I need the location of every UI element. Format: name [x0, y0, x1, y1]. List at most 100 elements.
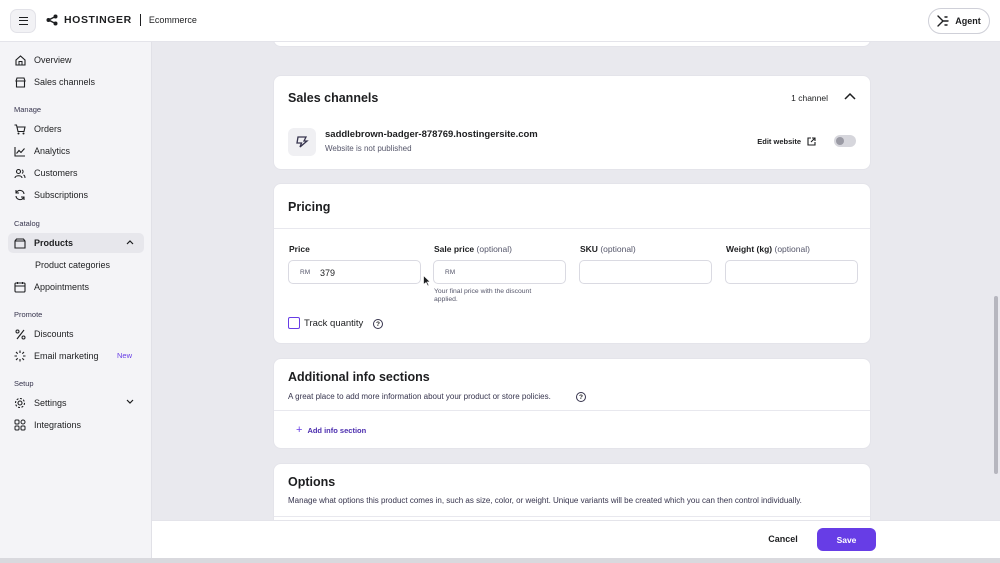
- publish-toggle[interactable]: [834, 135, 856, 147]
- price-label: Price: [289, 244, 310, 254]
- plus-icon: +: [296, 424, 303, 436]
- channel-count: 1 channel: [791, 93, 828, 103]
- cart-icon: [14, 123, 26, 135]
- grid-icon: [14, 419, 26, 431]
- additional-info-divider: [274, 410, 870, 411]
- sidebar-item-label: Overview: [34, 55, 72, 65]
- sidebar-item-label: Appointments: [34, 282, 90, 292]
- sku-input[interactable]: [579, 260, 712, 284]
- sku-label: SKU (optional): [580, 244, 636, 254]
- page-scrollbar[interactable]: [994, 296, 998, 474]
- sidebar-item-appointments[interactable]: Appointments: [8, 277, 144, 297]
- section-label-catalog: Catalog: [14, 219, 40, 228]
- save-button[interactable]: Save: [817, 528, 876, 551]
- sidebar-item-label: Customers: [34, 168, 78, 178]
- agent-sparkle-icon: [937, 15, 949, 27]
- website-status: Website is not published: [325, 144, 412, 153]
- additional-info-card: Additional info sections A great place t…: [273, 358, 871, 449]
- sidebar-item-label: Subscriptions: [34, 190, 89, 200]
- help-icon[interactable]: ?: [373, 319, 383, 329]
- home-icon: [14, 54, 26, 66]
- sales-channels-card: Sales channels 1 channel saddlebrown-bad…: [273, 75, 871, 170]
- users-icon: [14, 167, 26, 179]
- sidebar: Overview Sales channels Manage Orders An…: [0, 42, 152, 563]
- sidebar-item-integrations[interactable]: Integrations: [8, 415, 144, 435]
- chevron-up-icon: [126, 240, 134, 245]
- sale-price-label: Sale price (optional): [434, 244, 512, 254]
- previous-card: [273, 42, 871, 47]
- sidebar-item-settings[interactable]: Settings: [8, 393, 144, 413]
- main-content: Sales channels 1 channel saddlebrown-bad…: [152, 42, 1000, 520]
- hamburger-icon: [18, 17, 28, 25]
- sidebar-item-products[interactable]: Products: [8, 233, 144, 253]
- sale-price-input[interactable]: RM: [433, 260, 566, 284]
- help-icon[interactable]: ?: [576, 392, 586, 402]
- refresh-icon: [14, 189, 26, 201]
- sparkle-icon: [14, 350, 26, 362]
- options-divider: [274, 516, 870, 517]
- sidebar-item-analytics[interactable]: Analytics: [8, 141, 144, 161]
- options-card: Options Manage what options this product…: [273, 463, 871, 520]
- brand-separator: [139, 14, 141, 26]
- chevron-down-icon: [126, 399, 134, 404]
- mouse-cursor-icon: [423, 275, 431, 287]
- sidebar-item-label: Sales channels: [34, 77, 96, 87]
- external-link-icon: [807, 137, 816, 146]
- sidebar-item-discounts[interactable]: Discounts: [8, 324, 144, 344]
- section-label-manage: Manage: [14, 105, 42, 114]
- gear-icon: [14, 397, 26, 409]
- sidebar-item-overview[interactable]: Overview: [8, 50, 144, 70]
- sidebar-item-label: Integrations: [34, 420, 82, 430]
- store-icon: [14, 76, 26, 88]
- sidebar-item-email-marketing[interactable]: Email marketing New: [8, 346, 144, 366]
- menu-button[interactable]: [10, 9, 36, 33]
- sidebar-item-subscriptions[interactable]: Subscriptions: [8, 185, 144, 205]
- sidebar-item-orders[interactable]: Orders: [8, 119, 144, 139]
- price-currency: RM: [300, 269, 311, 276]
- options-description: Manage what options this product comes i…: [288, 496, 802, 505]
- bottom-edge: [0, 558, 1000, 563]
- add-info-section-button[interactable]: + Add info section: [296, 424, 366, 436]
- sidebar-item-customers[interactable]: Customers: [8, 163, 144, 183]
- sidebar-item-label: Analytics: [34, 146, 71, 156]
- sidebar-item-sales-channels[interactable]: Sales channels: [8, 72, 144, 92]
- pricing-card: Pricing Price RM 379 Sale price (optiona…: [273, 183, 871, 344]
- add-info-section-label: Add info section: [307, 425, 367, 435]
- brand[interactable]: HOSTINGER Ecommerce: [46, 14, 197, 26]
- agent-button[interactable]: Agent: [928, 8, 990, 34]
- collapse-chevron-icon[interactable]: [844, 92, 856, 100]
- sidebar-item-label: Product categories: [35, 260, 111, 270]
- chart-icon: [14, 145, 26, 157]
- percent-icon: [14, 328, 26, 340]
- options-title: Options: [288, 475, 336, 489]
- section-label-setup: Setup: [14, 379, 34, 388]
- edit-website-label: Edit website: [757, 137, 801, 146]
- additional-info-title: Additional info sections: [288, 370, 430, 384]
- sidebar-item-label: Orders: [34, 124, 62, 134]
- sidebar-item-label: Email marketing: [34, 351, 99, 361]
- track-quantity-label: Track quantity: [304, 318, 364, 329]
- additional-info-description: A great place to add more information ab…: [288, 392, 551, 401]
- price-input[interactable]: RM 379: [288, 260, 421, 284]
- price-value: 379: [320, 267, 336, 278]
- hostinger-logo-icon: [46, 14, 58, 26]
- sidebar-item-product-categories[interactable]: Product categories: [8, 255, 144, 275]
- pricing-divider: [274, 228, 870, 229]
- sale-price-currency: RM: [445, 269, 456, 276]
- calendar-icon: [14, 281, 26, 293]
- product-name: Ecommerce: [148, 15, 197, 25]
- edit-website-link[interactable]: Edit website: [757, 137, 816, 146]
- weight-label: Weight (kg) (optional): [726, 244, 810, 254]
- cancel-button[interactable]: Cancel: [758, 529, 808, 549]
- website-url: saddlebrown-badger-878769.hostingersite.…: [325, 129, 538, 140]
- new-badge: New: [116, 351, 132, 360]
- section-label-promote: Promote: [14, 310, 43, 319]
- action-footer: Cancel Save: [152, 520, 1000, 558]
- weight-input[interactable]: [725, 260, 858, 284]
- track-quantity-checkbox[interactable]: [288, 317, 300, 329]
- sidebar-item-label: Settings: [34, 398, 67, 408]
- sidebar-item-label: Discounts: [34, 329, 74, 339]
- website-icon: [288, 128, 316, 156]
- sale-price-hint: Your final price with the discount appli…: [434, 288, 532, 303]
- sales-channels-title: Sales channels: [288, 91, 379, 105]
